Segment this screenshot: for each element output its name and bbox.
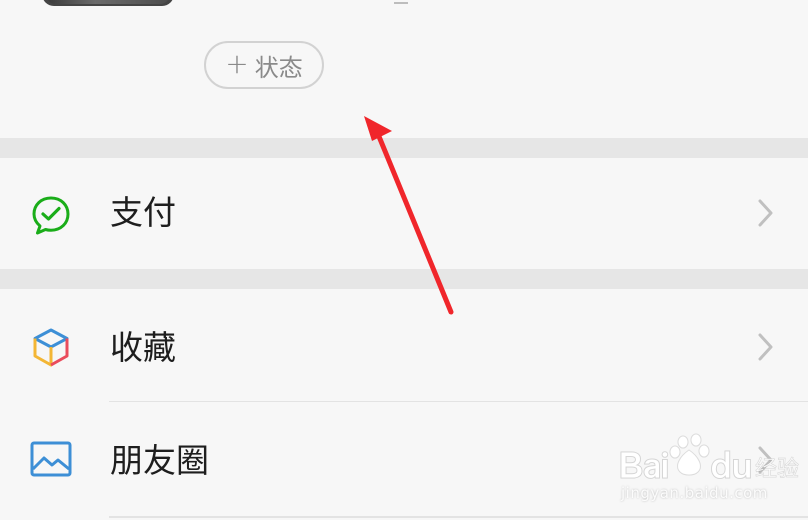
avatar-image (46, 0, 170, 4)
chevron-right-icon (758, 446, 773, 474)
profile-name-edge (394, 0, 408, 4)
menu-item-label: 支付 (110, 193, 176, 232)
status-button-label: 状态 (254, 53, 303, 82)
menu-item-favorites[interactable]: 收藏 (0, 289, 808, 402)
chevron-right-icon (758, 199, 773, 227)
menu-item-label: 朋友圈 (110, 441, 209, 480)
menu-item-label: 收藏 (110, 328, 176, 367)
favorites-cube-icon (33, 328, 69, 367)
chevron-right-icon (758, 333, 773, 361)
plus-icon: + (225, 47, 249, 80)
menu-item-moments[interactable]: 朋友圈 (0, 402, 808, 520)
profile-section: + 状态 (0, 0, 808, 138)
add-status-button[interactable]: + 状态 (204, 41, 324, 89)
section-separator (0, 269, 808, 289)
watermark-url: jingyan.baidu.com (621, 484, 768, 502)
wechat-pay-icon (32, 196, 70, 235)
row-divider (109, 516, 808, 518)
section-separator (0, 138, 808, 158)
moments-image-icon (30, 441, 72, 477)
menu-item-pay[interactable]: 支付 (0, 158, 808, 269)
